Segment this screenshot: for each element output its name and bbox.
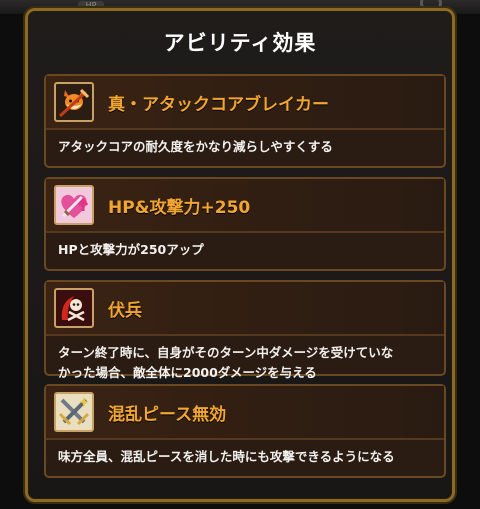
ability-card-divider (46, 128, 444, 130)
ability-description: HPと攻撃力が250アップ (58, 240, 434, 260)
ability-card-attack-core-breaker[interactable]: 真・アタックコアブレイカー アタックコアの耐久度をかなり減らしやすくする (44, 74, 446, 168)
ability-card-confusion-immunity[interactable]: 混乱ピース無効 味方全員、混乱ピースを消した時にも攻撃できるようになる (44, 384, 446, 478)
ability-card-header (46, 386, 444, 438)
ability-description-line: 味方全員、混乱ピースを消した時にも攻撃できるようになる (58, 449, 395, 464)
ability-card-ambush[interactable]: 伏兵 ターン終了時に、自身がそのターン中ダメージを受けていな かった場合、敵全体… (44, 280, 446, 380)
ability-description-line: HPと攻撃力が250アップ (58, 242, 204, 257)
ability-name: 真・アタックコアブレイカー (108, 95, 329, 115)
ability-name: 混乱ピース無効 (108, 405, 227, 425)
ability-description: アタックコアの耐久度をかなり減らしやすくする (58, 137, 434, 157)
ability-description-line: ターン終了時に、自身がそのターン中ダメージを受けていな (58, 345, 394, 360)
ability-name: 伏兵 (108, 301, 142, 321)
ability-name: HP&攻撃力+250 (108, 198, 251, 218)
ability-description-line: かった場合、敵全体に2000ダメージを与える (58, 365, 317, 380)
ability-description-line: アタックコアの耐久度をかなり減らしやすくする (58, 139, 333, 154)
ability-description: ターン終了時に、自身がそのターン中ダメージを受けていな かった場合、敵全体に20… (58, 343, 434, 383)
ability-card-divider (46, 231, 444, 233)
crossed-swords-icon (54, 392, 94, 432)
ability-card-divider (46, 438, 444, 440)
ability-description: 味方全員、混乱ピースを消した時にも攻撃できるようになる (58, 447, 434, 467)
ambush-icon (54, 288, 94, 328)
fox-breaker-icon (54, 82, 94, 122)
dialog-title: アビリティ効果 (163, 31, 317, 55)
ability-effects-dialog: アビリティ効果 真・アタックコアブレイカー アタックコアの耐久度をかなり減らしや… (25, 8, 455, 502)
heart-sword-icon (54, 185, 94, 225)
ability-card-divider (46, 334, 444, 336)
ability-card-hp-attack-up[interactable]: HP&攻撃力+250 HPと攻撃力が250アップ (44, 177, 446, 271)
ability-card-header (46, 282, 444, 334)
